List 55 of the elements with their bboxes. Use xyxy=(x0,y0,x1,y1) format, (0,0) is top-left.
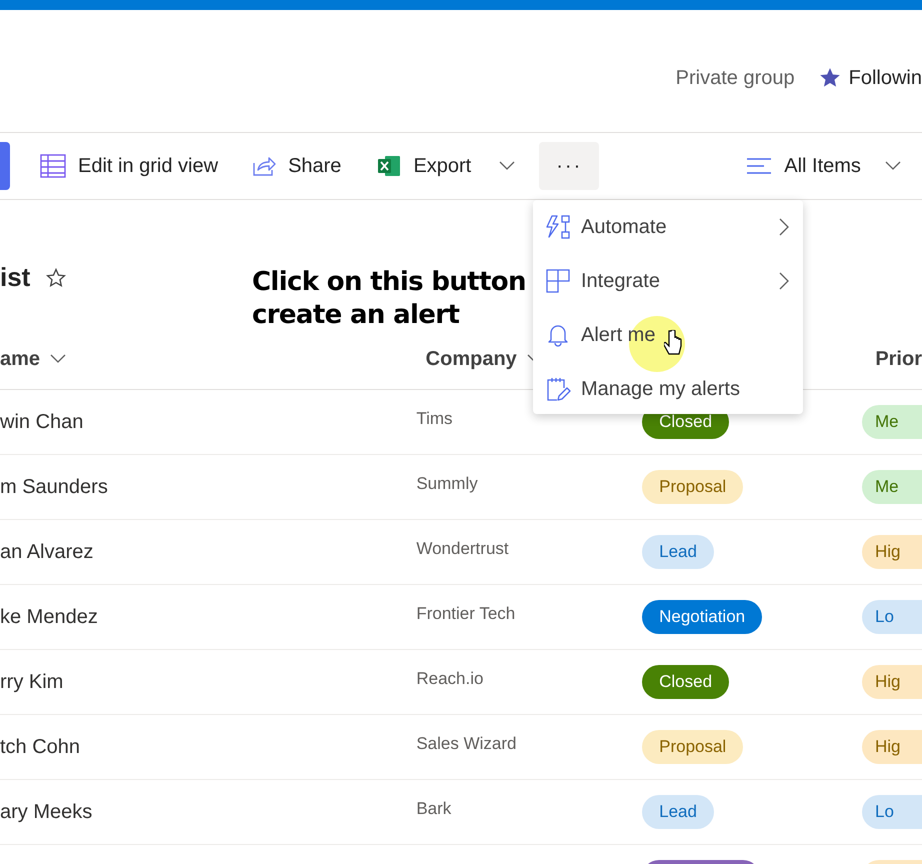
toolbar-button[interactable]: Edit in grid view xyxy=(40,151,218,181)
grid-icon xyxy=(40,154,66,178)
priority-badge: Hig xyxy=(862,665,922,699)
table-cell: ke Mendez xyxy=(0,606,98,628)
status-badge: Negotiation xyxy=(642,600,762,634)
star-icon[interactable] xyxy=(46,268,66,288)
column-header[interactable]: Prior xyxy=(875,344,922,374)
priority-badge: Hig xyxy=(862,730,922,764)
table-cell: ary Meeks xyxy=(0,801,92,823)
notepad-edit-icon xyxy=(545,376,571,402)
star-icon xyxy=(818,67,841,89)
priority-badge: Lo xyxy=(862,600,922,634)
hand-cursor-icon xyxy=(664,330,684,356)
menu-item[interactable]: Alert me xyxy=(533,308,803,362)
table-cell: Bark xyxy=(416,799,452,818)
table-cell: Frontier Tech xyxy=(416,604,516,623)
priority-badge: Me xyxy=(862,405,922,439)
chevron-down-icon xyxy=(50,354,66,364)
table-cell: Wondertrust xyxy=(416,539,509,558)
status-badge: Lead xyxy=(642,535,714,569)
table-cell: m Saunders xyxy=(0,476,108,498)
column-header[interactable]: ame xyxy=(0,344,40,374)
status-badge: Proposal xyxy=(642,730,744,764)
table-cell: tch Cohn xyxy=(0,736,80,758)
priority-badge: Lo xyxy=(862,795,922,829)
lines-icon xyxy=(746,157,772,175)
table-cell: Summly xyxy=(416,474,478,493)
table-cell: Reach.io xyxy=(416,669,484,688)
list-title: ist xyxy=(0,261,30,294)
toolbar-button[interactable]: Export xyxy=(377,151,516,181)
table-cell: Sales Wizard xyxy=(416,734,516,753)
group-privacy-label: Private group xyxy=(676,66,795,91)
menu-item[interactable]: Automate xyxy=(533,200,803,254)
priority-badge: Hig xyxy=(862,535,922,569)
status-badge: Lead xyxy=(642,795,714,829)
toolbar-button[interactable]: Share xyxy=(252,151,342,181)
table-cell: Tims xyxy=(416,409,453,428)
menu-item[interactable]: Integrate xyxy=(533,254,803,308)
follow-button[interactable]: Followin xyxy=(818,63,922,93)
view-switcher[interactable]: All Items xyxy=(746,151,901,181)
status-badge: Closed xyxy=(642,665,730,699)
status-badge: Proposal xyxy=(642,470,744,504)
chevron-down-icon xyxy=(884,161,901,171)
more-options-button[interactable]: ··· xyxy=(539,142,600,190)
share-icon xyxy=(252,155,276,177)
spreadsheet-icon xyxy=(377,155,402,177)
priority-badge: Me xyxy=(862,470,922,504)
table-cell: win Chan xyxy=(0,411,84,433)
chevron-down-icon xyxy=(499,161,516,171)
table-cell: an Alvarez xyxy=(0,541,94,563)
annotation-text: Click on this button create an alert xyxy=(252,266,527,332)
table-cell: rry Kim xyxy=(0,671,64,693)
flow-icon xyxy=(545,214,571,240)
layout-icon xyxy=(545,268,571,294)
column-header[interactable]: Company xyxy=(426,344,517,374)
